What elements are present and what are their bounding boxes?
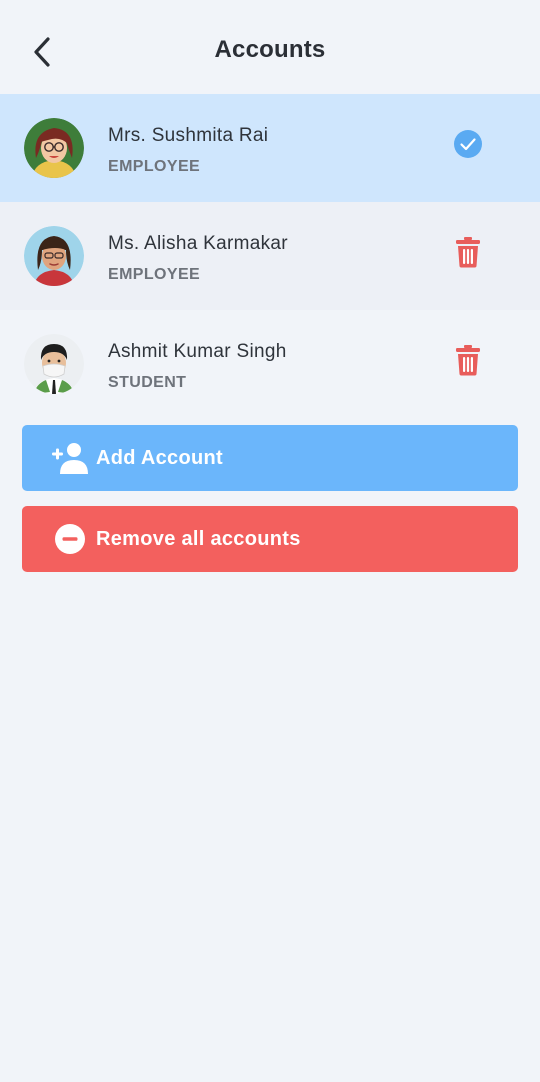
- account-role: EMPLOYEE: [108, 158, 201, 175]
- remove-all-accounts-label: Remove all accounts: [96, 528, 301, 550]
- trash-icon: [456, 237, 480, 268]
- page-title: Accounts: [214, 36, 326, 63]
- account-row-ashmit[interactable]: Ashmit Kumar Singh STUDENT: [0, 310, 540, 418]
- account-row-sushmita[interactable]: Mrs. Sushmita Rai EMPLOYEE: [0, 94, 540, 202]
- add-account-button[interactable]: Add Account: [22, 425, 518, 491]
- account-list: Mrs. Sushmita Rai EMPLOYEE Ms. Alisha Ka…: [0, 94, 540, 418]
- minus-circle-icon: [52, 523, 88, 555]
- remove-all-accounts-button[interactable]: Remove all accounts: [22, 506, 518, 572]
- delete-account-button[interactable]: [450, 342, 486, 378]
- app-header: Accounts: [0, 0, 540, 94]
- add-account-label: Add Account: [96, 447, 223, 469]
- selected-indicator: [450, 126, 486, 162]
- trash-icon: [456, 345, 480, 376]
- account-name: Ms. Alisha Karmakar: [108, 233, 288, 254]
- avatar: [24, 118, 84, 178]
- account-name: Mrs. Sushmita Rai: [108, 125, 269, 146]
- avatar: [24, 334, 84, 394]
- account-name: Ashmit Kumar Singh: [108, 341, 287, 362]
- account-role: EMPLOYEE: [108, 266, 201, 283]
- check-circle-icon: [454, 130, 482, 158]
- delete-account-button[interactable]: [450, 234, 486, 270]
- account-row-alisha[interactable]: Ms. Alisha Karmakar EMPLOYEE: [0, 202, 540, 310]
- add-user-icon: [52, 442, 88, 474]
- account-role: STUDENT: [108, 374, 187, 391]
- avatar: [24, 226, 84, 286]
